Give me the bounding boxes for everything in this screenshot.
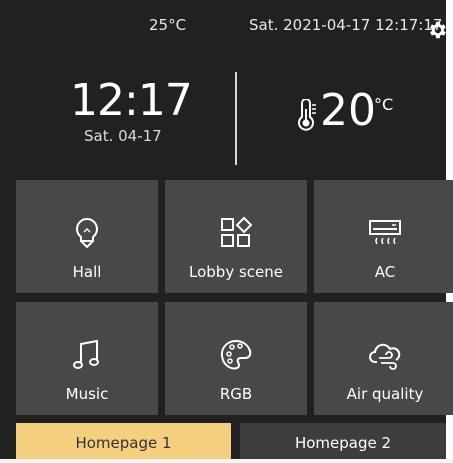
tile-label: Lobby scene [189, 263, 283, 281]
tile-label: AC [374, 263, 396, 281]
music-note-icon [73, 339, 99, 369]
screen: 25°C Sat. 2021-04-17 12:17:17 12:17 Sat.… [0, 0, 453, 459]
control-panel: 25°C Sat. 2021-04-17 12:17:17 12:17 Sat.… [0, 0, 453, 459]
tile-lobby-scene[interactable]: Lobby scene [165, 180, 307, 293]
palette-icon [220, 339, 252, 370]
outdoor-temperature: 25°C [149, 16, 187, 34]
bulb-icon [76, 217, 98, 249]
scene-grid-icon [221, 216, 253, 247]
tile-label: Air quality [346, 385, 424, 403]
gear-icon[interactable] [426, 19, 448, 41]
tile-music[interactable]: Music [16, 302, 158, 415]
room-temperature-value: 20 [320, 85, 376, 136]
status-datetime: Sat. 2021-04-17 12:17:17 [249, 16, 443, 34]
tile-label: Hall [72, 263, 102, 281]
room-temperature-unit: °C [374, 95, 394, 114]
tile-label: Music [65, 385, 109, 403]
header-divider [235, 72, 237, 165]
tile-ac[interactable]: AC [314, 180, 453, 293]
tile-label: RGB [219, 385, 253, 403]
tile-rgb[interactable]: RGB [165, 302, 307, 415]
clock-date: Sat. 04-17 [84, 127, 162, 145]
air-conditioner-icon [369, 220, 401, 245]
tile-air-quality[interactable]: Air quality [314, 302, 453, 415]
thermometer-icon [298, 99, 316, 131]
tab-homepage-1[interactable]: Homepage 1 [16, 423, 231, 459]
tab-homepage-2[interactable]: Homepage 2 [240, 423, 446, 459]
status-bar: 25°C Sat. 2021-04-17 12:17:17 [0, 0, 446, 50]
clock-time: 12:17 [70, 75, 193, 126]
tile-hall[interactable]: Hall [16, 180, 158, 293]
cloud-wind-icon [369, 343, 401, 370]
